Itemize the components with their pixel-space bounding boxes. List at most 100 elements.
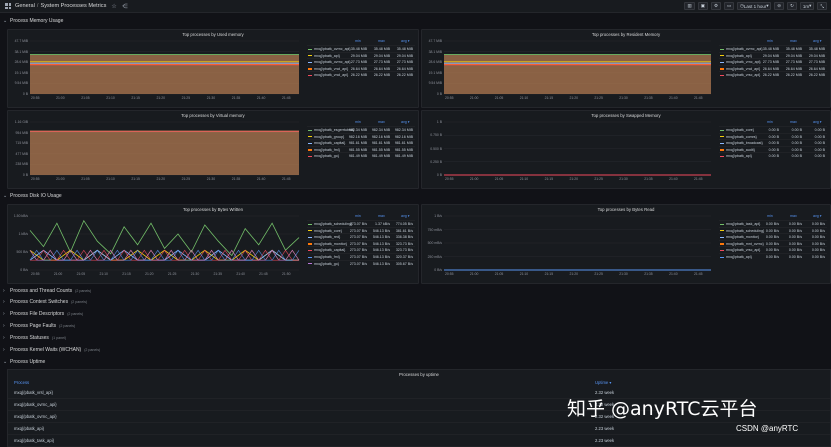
cycle-view-button[interactable]: ⤡ bbox=[817, 2, 827, 10]
legend-row[interactable]: mxq{/pbatk_fml} 273.07 B/s 546.13 B/s 320.3… bbox=[307, 253, 415, 259]
legend-color-swatch bbox=[308, 136, 312, 138]
chevron-right-icon: › bbox=[3, 335, 5, 341]
legend-avg-value: 0.00 B/s bbox=[811, 248, 825, 253]
x-tick-label: 20:55 bbox=[31, 272, 40, 276]
legend-row[interactable]: mxq{/pbatk_comrs} 0.00 B 0.00 B 0.00 B bbox=[719, 132, 827, 139]
row-title: Process File Descriptors bbox=[10, 311, 65, 317]
row-header-page-faults[interactable]: › Process Page Faults (2 panels) bbox=[3, 323, 75, 329]
legend-color-swatch bbox=[720, 129, 724, 131]
x-tick-label: 21:20 bbox=[569, 177, 579, 181]
refresh-interval-select[interactable]: 1m ▾ bbox=[799, 2, 815, 10]
watermark-csdn: CSDN @anyRTC bbox=[736, 424, 799, 433]
legend-table: min max avg ▾ mxq{/pbatk_core} 0.00 B 0.00 B0… bbox=[719, 120, 827, 185]
legend-avg-value: 305.67 B/s bbox=[395, 261, 413, 266]
x-tick-label: 21:35 bbox=[644, 96, 653, 100]
legend-color-swatch bbox=[308, 230, 312, 232]
legend-row[interactable]: mxq{/pbatk_fml} 981.55 MiB 981.55 MiB 981.5… bbox=[307, 145, 415, 152]
legend-row[interactable]: mxq{/pbatk_broadcast} 0.00 B 0.00 B 0.00 B bbox=[719, 139, 827, 145]
legend-row[interactable]: mxq{/pbatk_red} 273.07 B/s 546.13 B/s 336.3… bbox=[307, 233, 415, 239]
row-header-disk[interactable]: ⌄ Process Disk IO Usage bbox=[3, 193, 62, 199]
legend-series-name: mxq{/pbatk_vncl_api} bbox=[314, 73, 349, 78]
top-navbar: General / System Processes Metrics ☆ ⋲ ▥ ▣… bbox=[0, 0, 831, 13]
row-header-threads[interactable]: › Process and Thread Counts (2 panels) bbox=[3, 288, 91, 294]
legend-row[interactable]: mxq{/pbatk_go} 981.49 MiB 981.49 MiB 981.49… bbox=[307, 152, 415, 158]
panel-bytes-written[interactable]: Top processes by Bytes Written 1.50 kB/s 1… bbox=[7, 204, 419, 284]
add-panel-button[interactable]: ▥ bbox=[684, 2, 695, 10]
panel-swapped-memory[interactable]: Top processes by Swapped Memory 1 B 0.750 … bbox=[421, 110, 831, 189]
refresh-button[interactable]: ↻ bbox=[787, 2, 797, 10]
legend-row[interactable]: mxq{/pbatk_ovrnc_api} 35.48 MiB 35.48 MiB 3… bbox=[719, 45, 827, 51]
legend-row[interactable]: mxq{/pbatk_capital} 981.61 MiB 981.61 MiB 9… bbox=[307, 139, 415, 145]
legend-row[interactable]: mxq{/pbatk_mnt_ovrnc} 0.00 B/s 0.00 B/s 0.0… bbox=[719, 239, 827, 246]
legend-row[interactable]: mxq{/pbatk_monitor} 0.00 B/s 0.00 B/s 0.00 … bbox=[719, 233, 827, 239]
legend-color-swatch bbox=[308, 249, 312, 252]
legend-color-swatch bbox=[308, 263, 312, 265]
column-header-process[interactable]: Process bbox=[14, 380, 29, 385]
x-tick-label: 21:20 bbox=[156, 96, 166, 100]
panel-used-memory[interactable]: Top processes by Used memory 47.7 MiB 38.1… bbox=[7, 29, 419, 108]
dashboard-title[interactable]: System Processes Metrics bbox=[40, 3, 106, 9]
breadcrumb-folder[interactable]: General bbox=[15, 3, 35, 9]
row-header-uptime[interactable]: ⌄ Process Uptime bbox=[3, 359, 45, 365]
legend-row[interactable]: mxq{/pbatk_vrnc_api} 27.73 MiB 27.73 MiB 27… bbox=[719, 58, 827, 64]
legend-row[interactable]: mxq{/pbatk_vncl_api} 26.64 MiB 26.64 MiB 26… bbox=[307, 64, 415, 71]
save-dashboard-button[interactable]: ▣ bbox=[697, 2, 708, 10]
dashboard-settings-button[interactable]: ⚙ bbox=[710, 2, 722, 10]
legend-row[interactable]: mxq{/pbatk_task_api} 0.00 B/s 0.00 B/s 0.00… bbox=[719, 220, 827, 226]
row-header-file-descriptors[interactable]: › Process File Descriptors (2 panels) bbox=[3, 311, 83, 317]
legend-min-value: 0.00 B/s bbox=[765, 248, 779, 253]
row-header-statuses[interactable]: › Process Statuses (1 panel) bbox=[3, 335, 66, 341]
legend-row[interactable]: mxq{/pbatk_api} 29.04 MiB 29.04 MiB 29.04 M… bbox=[719, 51, 827, 58]
legend-row[interactable]: mxq{/pbatk_vncl_api} 26.64 MiB 26.64 MiB 26… bbox=[719, 64, 827, 71]
y-tick-label: 954 MiB bbox=[15, 130, 28, 135]
dashboards-grid-icon[interactable] bbox=[5, 3, 11, 9]
row-title: Process Uptime bbox=[10, 359, 46, 365]
row-header-kernel-waits[interactable]: › Process Kernel Waits (WCHAN) (2 panels… bbox=[3, 347, 100, 353]
legend-row[interactable]: mxq{/pbatk_vrsc_api} 0.00 B/s 0.00 B/s 0.00… bbox=[719, 246, 827, 252]
legend-row[interactable]: mxq{/pbatk_scheduling} 0.00 B/s 0.00 B/s 0.… bbox=[719, 226, 827, 233]
zoom-out-button[interactable]: ⊖ bbox=[774, 2, 785, 10]
legend-row[interactable]: mxq{/pbatk_group} 982.16 MiB 982.16 MiB 982… bbox=[307, 132, 415, 139]
legend-avg-value: 381.61 B/s bbox=[395, 228, 413, 233]
legend-row[interactable]: mxq{/pbatk_api} 0.00 B/s 0.00 B/s 0.00 B/s bbox=[719, 253, 827, 259]
legend-row[interactable]: mxq{/pbatk_capital} 273.07 B/s 546.13 B/s 3… bbox=[307, 246, 415, 252]
legend-row[interactable]: mxq{/pbatk_core} 0.00 B 0.00 B 0.00 B bbox=[719, 126, 827, 132]
legend-row[interactable]: mxq{/pbatk_monitor} 273.07 B/s 546.13 B/s 3… bbox=[307, 239, 415, 246]
legend-row[interactable]: mxq{/pbatk_api} 0.00 B 0.00 B 0.00 B bbox=[719, 152, 827, 158]
tv-mode-button[interactable]: ▭ bbox=[724, 2, 735, 10]
legend-row[interactable]: mxq{/pbatk_vncl_api} 26.22 MiB 26.22 MiB 26… bbox=[307, 71, 415, 77]
legend-min-value: 26.64 MiB bbox=[762, 66, 779, 71]
y-tick-label: 0 B/s bbox=[20, 268, 28, 272]
legend-row[interactable]: mxq{/pbatk_core} 273.07 B/s 546.13 B/s 381.… bbox=[307, 226, 415, 233]
legend-max-value: 982.34 MiB bbox=[371, 128, 390, 132]
legend-row[interactable]: mxq{/pbatk_ovrnc_api} 27.73 MiB 27.73 MiB 2… bbox=[307, 58, 415, 64]
panel-title: Top processes by Bytes Read bbox=[597, 207, 655, 212]
chevron-right-icon: › bbox=[3, 299, 5, 305]
legend-avg-value: 981.55 MiB bbox=[394, 147, 413, 152]
panel-virtual-memory[interactable]: Top processes by Virtual memory 1.16 GiB 9… bbox=[7, 110, 419, 189]
legend-row[interactable]: mxq{/pbatk_go} 273.07 B/s 546.13 B/s 305.67… bbox=[307, 259, 415, 266]
row-header-context-switches[interactable]: › Process Context Switches (2 panels) bbox=[3, 299, 87, 305]
legend-avg-value: 26.64 MiB bbox=[808, 66, 825, 71]
panel-title: Top processes by Swapped Memory bbox=[591, 113, 661, 118]
chevron-down-icon: ⌄ bbox=[3, 193, 8, 199]
column-header-uptime[interactable]: Uptime ▾ bbox=[595, 380, 612, 385]
legend-column-avg: avg ▾ bbox=[813, 39, 822, 43]
time-range-picker[interactable]: ◷ Last 1 hour ▾ bbox=[737, 2, 772, 10]
legend-row[interactable]: mxq{/pbatk_audit} 0.00 B 0.00 B 0.00 B bbox=[719, 145, 827, 152]
row-header-memory[interactable]: ⌄ Process Memory Usage bbox=[3, 18, 63, 24]
legend-row[interactable]: mxq{/pbatk_ovrnc_api} 35.48 MiB 35.48 MiB 3… bbox=[307, 45, 415, 51]
legend-row[interactable]: mxq{/pbatk_api} 29.04 MiB 29.04 MiB 29.04 M… bbox=[307, 51, 415, 58]
x-tick-label: 21:10 bbox=[519, 177, 529, 181]
process-cell: mxq{/pbatk_api} bbox=[14, 426, 45, 431]
star-icon[interactable]: ☆ bbox=[111, 3, 116, 10]
x-tick-label: 21:40 bbox=[256, 177, 266, 181]
x-tick-label: 21:20 bbox=[569, 96, 579, 100]
panel-resident-memory[interactable]: Top processes by Resident Memory 47.7 MiB… bbox=[421, 29, 831, 108]
panel-bytes-read[interactable]: Top processes by Bytes Read 1 B/s 750 mB/s… bbox=[421, 204, 831, 284]
y-tick-label: 28.6 MiB bbox=[428, 60, 442, 65]
legend-row[interactable]: mxq{/pbatk_esgerrtubrot} 982.34 MiB 982.34… bbox=[307, 126, 415, 132]
legend-row[interactable]: mxq{/pbatk_scheduling} 273.07 B/s 1.37 kB/… bbox=[307, 220, 415, 226]
share-icon[interactable]: ⋲ bbox=[122, 3, 128, 10]
legend-row[interactable]: mxq{/pbatk_vrsc_api} 26.22 MiB 26.22 MiB 26… bbox=[719, 71, 827, 77]
